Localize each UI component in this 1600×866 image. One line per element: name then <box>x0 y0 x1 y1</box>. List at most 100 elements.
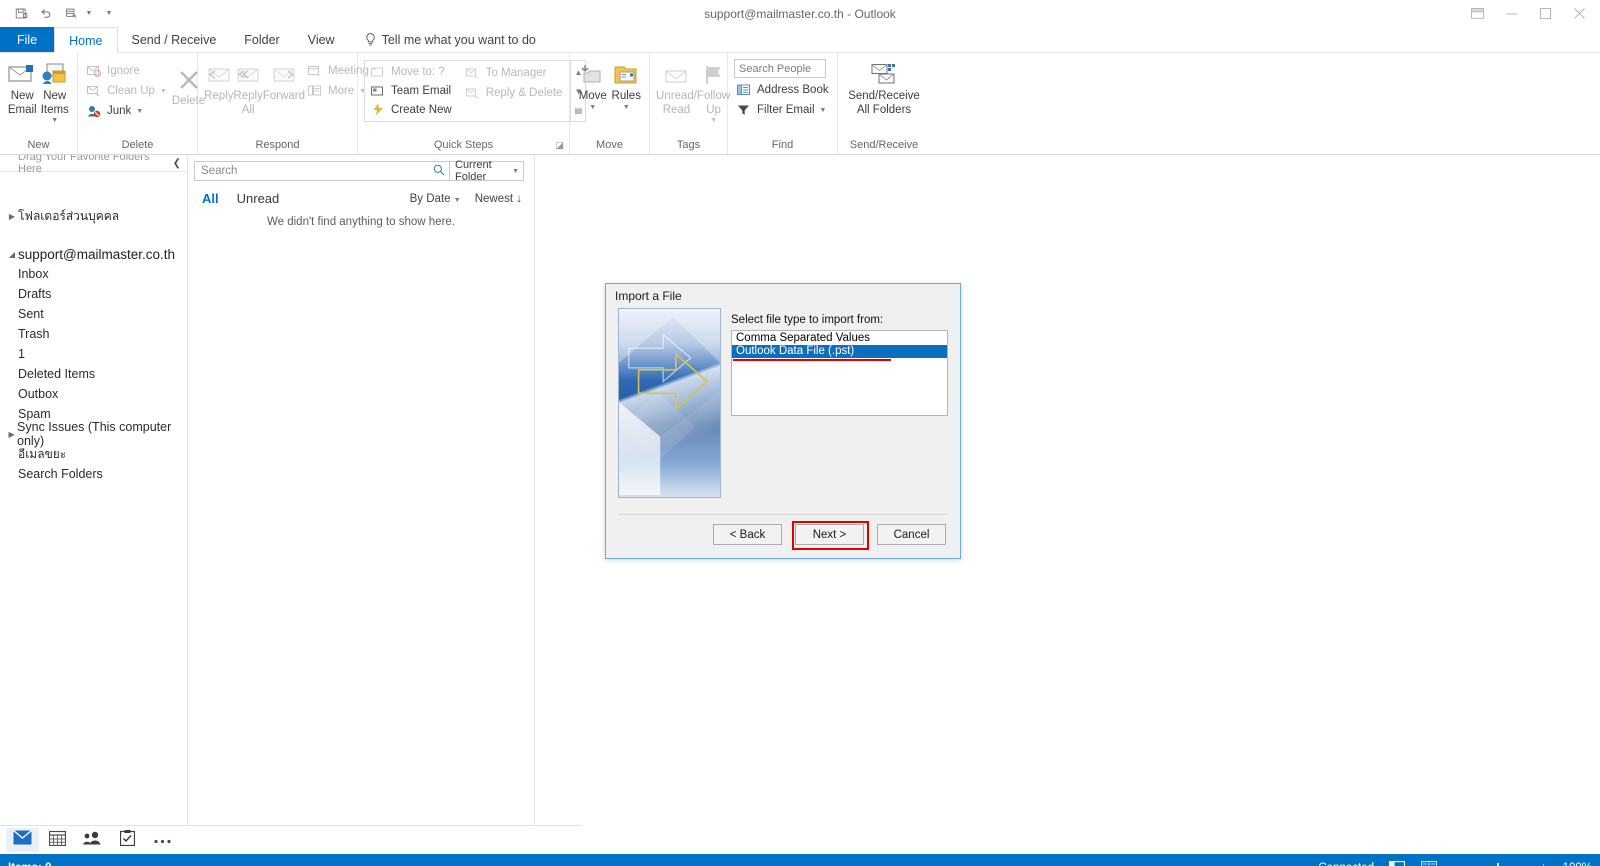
folder-inbox[interactable]: Inbox <box>0 264 187 284</box>
quick-step-team-email[interactable]: Team Email <box>368 82 457 101</box>
search-people-input[interactable]: Search People <box>734 59 826 78</box>
reply-button[interactable]: Reply <box>204 57 233 104</box>
zoom-out-button[interactable]: — <box>1452 863 1461 866</box>
file-type-option-csv[interactable]: Comma Separated Values <box>732 332 947 345</box>
folder-deleted-items[interactable]: Deleted Items <box>0 364 187 384</box>
minimize-button[interactable] <box>1494 0 1528 27</box>
ignore-icon <box>86 63 102 79</box>
qat-dropdown-caret[interactable]: ▼ <box>84 10 94 17</box>
save-icon[interactable] <box>9 3 33 25</box>
ribbon-display-options-icon[interactable] <box>1460 0 1494 27</box>
file-type-option-pst[interactable]: Outlook Data File (.pst) <box>732 345 947 361</box>
rules-button[interactable]: Rules ▼ <box>610 57 644 112</box>
filter-unread[interactable]: Unread <box>237 191 280 206</box>
send-receive-icon[interactable] <box>59 3 83 25</box>
follow-up-caret[interactable]: ▼ <box>710 117 717 125</box>
chevron-left-icon[interactable]: ❮ <box>173 158 181 169</box>
next-button[interactable]: Next > <box>792 521 869 550</box>
folder-sync-issues[interactable]: ▶ Sync Issues (This computer only) <box>0 420 187 448</box>
filter-all[interactable]: All <box>202 191 219 206</box>
folder-search-folders[interactable]: Search Folders <box>0 464 187 484</box>
search-scope-dropdown[interactable]: Current Folder ▼ <box>450 159 524 183</box>
folder-account-root[interactable]: ◢ support@mailmaster.co.th <box>0 244 187 264</box>
folder-drafts[interactable]: Drafts <box>0 284 187 304</box>
tab-home[interactable]: Home <box>54 27 118 53</box>
tab-folder[interactable]: Folder <box>230 27 293 52</box>
chevron-down-icon[interactable]: ▼ <box>512 168 519 175</box>
folder-trash[interactable]: Trash <box>0 324 187 344</box>
tell-me-label: Tell me what you want to do <box>381 32 536 47</box>
restore-button[interactable] <box>1528 0 1562 27</box>
folder-sent[interactable]: Sent <box>0 304 187 324</box>
send-receive-all-folders-button[interactable]: Send/Receive All Folders <box>844 57 924 117</box>
file-type-listbox[interactable]: Comma Separated Values Outlook Data File… <box>731 330 948 416</box>
chevron-down-icon[interactable]: ▼ <box>454 197 461 204</box>
qat-customize-caret[interactable]: ▼ <box>104 10 114 17</box>
rules-caret[interactable]: ▼ <box>623 104 630 112</box>
cancel-button[interactable]: Cancel <box>877 524 946 545</box>
dialog-footer: < Back Next > Cancel <box>606 515 960 550</box>
quick-steps-dialog-launcher[interactable]: ◪ <box>555 140 564 151</box>
junk-button[interactable]: Junk ▼ <box>84 101 172 121</box>
move-caret[interactable]: ▼ <box>589 104 596 112</box>
quick-steps-gallery[interactable]: Move to: ? Team Email Create New To Mana… <box>364 60 587 122</box>
filter-email-button[interactable]: Filter Email ▼ <box>734 100 834 120</box>
clean-up-button[interactable]: Clean Up ▼ <box>84 81 172 101</box>
zoom-slider[interactable]: — ＋ <box>1452 861 1548 866</box>
ignore-button[interactable]: Ignore <box>84 61 172 81</box>
tasks-module-button[interactable] <box>111 828 144 852</box>
sort-by-button[interactable]: By Date ▼ <box>410 193 461 205</box>
ribbon-group-tags-label: Tags <box>676 139 701 151</box>
ribbon-group-respond-label: Respond <box>255 139 300 151</box>
favorites-header[interactable]: Drag Your Favorite Folders Here ❮ <box>0 151 187 175</box>
outlook-window: Mmailmaster Mmailmaster Mmailmaster Mmai… <box>0 0 1600 866</box>
more-module-button[interactable] <box>146 828 179 852</box>
quick-step-create-new[interactable]: Create New <box>368 100 457 119</box>
new-items-button[interactable]: New Items ▼ <box>39 57 72 125</box>
search-input[interactable]: Search <box>194 161 450 181</box>
reply-all-button[interactable]: Reply All <box>233 57 263 117</box>
new-items-caret[interactable]: ▼ <box>51 117 58 125</box>
more-icon <box>307 83 323 99</box>
normal-view-button[interactable] <box>1388 860 1406 866</box>
chevron-right-icon[interactable]: ▶ <box>6 430 17 439</box>
new-email-label: New Email <box>7 90 37 116</box>
red-underline-annotation <box>733 359 891 361</box>
undo-icon[interactable] <box>34 3 58 25</box>
address-book-button[interactable]: Address Book <box>734 80 834 100</box>
calendar-module-button[interactable] <box>41 828 74 852</box>
move-button[interactable]: Move ▼ <box>576 57 610 112</box>
new-email-button[interactable]: New Email <box>6 57 39 117</box>
junk-caret[interactable]: ▼ <box>136 108 143 115</box>
chevron-down-icon[interactable]: ◢ <box>6 250 18 259</box>
clean-up-caret[interactable]: ▼ <box>160 88 167 95</box>
zoom-in-button[interactable]: ＋ <box>1539 861 1548 866</box>
back-button[interactable]: < Back <box>713 524 782 545</box>
reading-view-button[interactable] <box>1420 860 1438 866</box>
quick-step-reply-delete[interactable]: Reply & Delete <box>463 83 568 103</box>
ribbon-group-delete: Ignore Clean Up ▼ Junk ▼ Delete Delete <box>78 53 205 154</box>
close-button[interactable] <box>1562 0 1596 27</box>
sort-order-button[interactable]: Newest ↓ <box>475 193 522 205</box>
reply-label: Reply <box>204 90 234 102</box>
tell-me-box[interactable]: Tell me what you want to do <box>349 27 550 52</box>
filter-email-caret[interactable]: ▼ <box>820 107 827 114</box>
import-a-file-dialog[interactable]: Import a File Select file type to import… <box>605 283 961 559</box>
tab-send-receive[interactable]: Send / Receive <box>118 27 231 52</box>
unread-read-button[interactable]: Unread/ Read <box>656 57 697 117</box>
chevron-right-icon[interactable]: ▶ <box>6 212 18 221</box>
search-icon[interactable] <box>433 164 445 179</box>
quick-step-to-manager[interactable]: To Manager <box>463 63 568 83</box>
folder-outbox[interactable]: Outbox <box>0 384 187 404</box>
folder-one-label: 1 <box>18 347 25 361</box>
mail-module-button[interactable] <box>6 828 39 852</box>
tab-view[interactable]: View <box>294 27 349 52</box>
follow-up-button[interactable]: Follow Up ▼ <box>697 57 730 125</box>
people-module-button[interactable] <box>76 828 109 852</box>
folder-one[interactable]: 1 <box>0 344 187 364</box>
forward-button[interactable]: Forward <box>263 57 305 104</box>
folder-personal-folders[interactable]: ▶ โฟลเดอร์ส่วนบุคคล <box>0 206 187 226</box>
tab-file[interactable]: File <box>0 27 55 52</box>
ribbon-group-respond: Reply Reply All Forward Meeting More ▼ R… <box>198 53 369 154</box>
quick-step-move-to[interactable]: Move to: ? <box>368 63 457 82</box>
